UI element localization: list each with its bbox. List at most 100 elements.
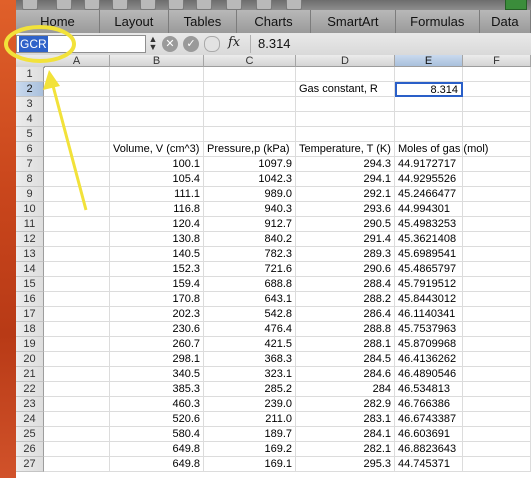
toolbar-icon[interactable] [196,0,212,10]
cell[interactable] [110,82,204,97]
fx-icon[interactable]: fx [228,35,240,50]
data-cell[interactable]: 288.4 [296,277,395,292]
cell[interactable] [44,352,110,367]
data-cell[interactable]: 159.4 [110,277,204,292]
row-header-17[interactable]: 17 [16,307,44,322]
cell[interactable] [463,322,531,337]
column-header-f[interactable]: F [463,55,531,67]
tab-tables[interactable]: Tables [168,10,237,33]
cell[interactable] [44,292,110,307]
cell[interactable] [463,382,531,397]
cell[interactable] [463,232,531,247]
header-moles[interactable]: Moles of gas (mol) [395,142,488,157]
cell[interactable] [395,97,463,112]
data-cell[interactable]: 940.3 [204,202,296,217]
cell[interactable] [204,82,296,97]
cell[interactable] [463,202,531,217]
row-header-4[interactable]: 4 [16,112,44,127]
toolbar-icon[interactable] [286,0,302,10]
data-cell[interactable]: 44.9172717 [395,157,463,172]
row-header-14[interactable]: 14 [16,262,44,277]
cell[interactable] [463,97,531,112]
data-cell[interactable]: 45.7537963 [395,322,463,337]
row-header-27[interactable]: 27 [16,457,44,472]
cell[interactable] [44,367,110,382]
row-header-24[interactable]: 24 [16,412,44,427]
data-cell[interactable]: 46.603691 [395,427,463,442]
data-cell[interactable]: 1097.9 [204,157,296,172]
cell[interactable] [44,262,110,277]
row-header-11[interactable]: 11 [16,217,44,232]
cell[interactable] [296,97,395,112]
cell[interactable] [110,112,204,127]
toolbar-icon[interactable] [112,0,128,10]
data-cell[interactable]: 46.766386 [395,397,463,412]
column-header-d[interactable]: D [296,55,395,67]
cell[interactable] [44,172,110,187]
data-cell[interactable]: 542.8 [204,307,296,322]
row-header-6[interactable]: 6 [16,142,44,157]
data-cell[interactable]: 643.1 [204,292,296,307]
cell[interactable] [44,412,110,427]
column-header-e[interactable]: E [395,55,463,67]
data-cell[interactable]: 45.6989541 [395,247,463,262]
confirm-icon[interactable]: ✓ [183,36,199,52]
row-header-2[interactable]: 2 [16,82,44,97]
cell[interactable] [44,127,110,142]
row-header-9[interactable]: 9 [16,187,44,202]
data-cell[interactable]: 100.1 [110,157,204,172]
cell[interactable] [463,367,531,382]
data-cell[interactable]: 202.3 [110,307,204,322]
formula-input[interactable]: 8.314 [258,36,291,51]
tab-home[interactable]: Home [16,10,100,33]
column-header-b[interactable]: B [110,55,204,67]
row-header-16[interactable]: 16 [16,292,44,307]
data-cell[interactable]: 912.7 [204,217,296,232]
data-cell[interactable]: 421.5 [204,337,296,352]
data-cell[interactable]: 140.5 [110,247,204,262]
data-cell[interactable]: 44.745371 [395,457,463,472]
cell[interactable] [463,307,531,322]
cell[interactable] [110,67,204,82]
data-cell[interactable]: 45.4983253 [395,217,463,232]
data-cell[interactable]: 368.3 [204,352,296,367]
cell[interactable] [44,187,110,202]
tab-data[interactable]: Data [479,10,531,33]
header-volume[interactable]: Volume, V (cm^3) [110,142,204,157]
data-cell[interactable]: 688.8 [204,277,296,292]
tab-formulas[interactable]: Formulas [395,10,480,33]
column-header-c[interactable]: C [204,55,296,67]
cell[interactable] [44,442,110,457]
toolbar-green-icon[interactable] [505,0,527,10]
data-cell[interactable]: 649.8 [110,457,204,472]
cell[interactable] [463,262,531,277]
data-cell[interactable]: 292.1 [296,187,395,202]
data-cell[interactable]: 46.8823643 [395,442,463,457]
data-cell[interactable]: 282.1 [296,442,395,457]
row-header-13[interactable]: 13 [16,247,44,262]
data-cell[interactable]: 105.4 [110,172,204,187]
data-cell[interactable]: 45.4865797 [395,262,463,277]
tab-smartart[interactable]: SmartArt [311,10,396,33]
data-cell[interactable]: 230.6 [110,322,204,337]
cell[interactable] [296,127,395,142]
data-cell[interactable]: 989.0 [204,187,296,202]
data-cell[interactable]: 323.1 [204,367,296,382]
row-header-15[interactable]: 15 [16,277,44,292]
cell[interactable] [204,67,296,82]
cell[interactable] [44,217,110,232]
data-cell[interactable]: 44.9295526 [395,172,463,187]
tab-layout[interactable]: Layout [99,10,169,33]
cell[interactable] [44,277,110,292]
cell[interactable] [463,247,531,262]
data-cell[interactable]: 111.1 [110,187,204,202]
data-cell[interactable]: 130.8 [110,232,204,247]
data-cell[interactable]: 288.1 [296,337,395,352]
data-cell[interactable]: 291.4 [296,232,395,247]
cell[interactable] [44,397,110,412]
data-cell[interactable]: 290.6 [296,262,395,277]
toolbar-icon[interactable] [256,0,272,10]
header-pressure[interactable]: Pressure,p (kPa) [204,142,296,157]
cell[interactable] [44,247,110,262]
row-header-19[interactable]: 19 [16,337,44,352]
